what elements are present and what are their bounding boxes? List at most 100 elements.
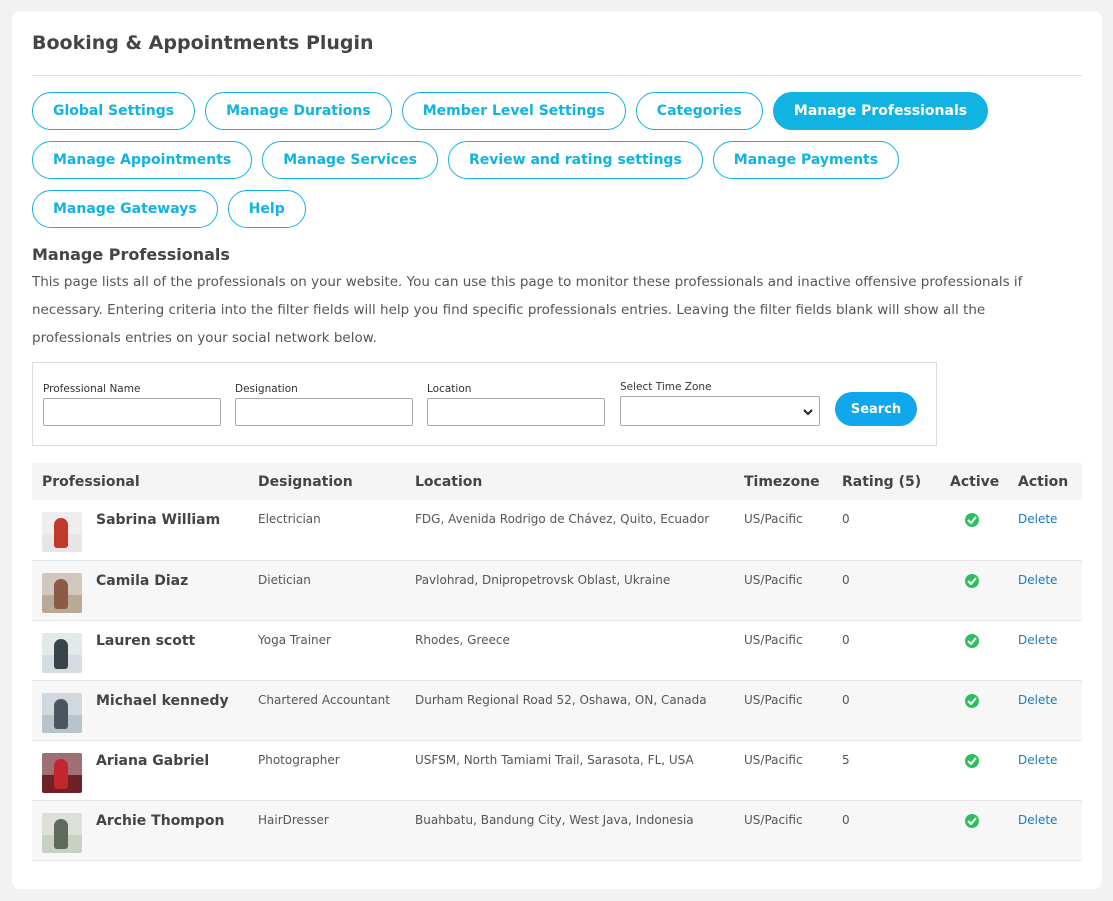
tab-manage-durations[interactable]: Manage Durations: [205, 92, 392, 130]
check-circle-icon[interactable]: [965, 633, 979, 648]
rating-cell: 0: [832, 680, 940, 741]
professional-name-filter: Professional Name: [43, 383, 221, 426]
professional-name-label: Professional Name: [43, 383, 141, 395]
avatar[interactable]: [42, 812, 82, 853]
avatar[interactable]: [42, 752, 82, 793]
designation-filter: Designation: [235, 383, 413, 426]
delete-link[interactable]: Delete: [1018, 753, 1057, 767]
column-header-location: Location: [405, 463, 734, 500]
check-circle-icon[interactable]: [965, 513, 979, 527]
location-cell: Durham Regional Road 52, Oshawa, ON, Can…: [405, 680, 734, 741]
active-cell: [940, 680, 1008, 741]
delete-link[interactable]: Delete: [1018, 633, 1057, 647]
table-row: Camila Diaz Dietician Pavlohrad, Dnipropet…: [32, 560, 1082, 621]
tab-manage-payments[interactable]: Manage Payments: [712, 141, 900, 179]
table-row: Michael kennedy Chartered Accountant Durha…: [32, 680, 1082, 741]
tab-manage-gateways[interactable]: Manage Gateways: [32, 190, 218, 228]
divider: [32, 75, 1082, 76]
timezone-select[interactable]: [620, 396, 820, 426]
check-circle-icon[interactable]: [965, 753, 979, 768]
section-description: This page lists all of the professionals…: [32, 274, 1023, 346]
rating-cell: 0: [832, 620, 940, 681]
timezone-label: Select Time Zone: [620, 381, 712, 393]
professional-cell: Lauren scott: [32, 620, 248, 681]
table-header-row: Professional Designation Location Timezo…: [32, 463, 1082, 500]
professional-cell: Ariana Gabriel: [32, 740, 248, 801]
main-panel: Booking & Appointments Plugin Global Set…: [12, 11, 1102, 889]
check-circle-icon[interactable]: [965, 573, 979, 588]
professionals-table: Professional Designation Location Timezo…: [32, 463, 1082, 861]
location-cell: Rhodes, Greece: [405, 620, 734, 681]
avatar[interactable]: [42, 512, 82, 552]
action-cell: Delete: [1008, 740, 1082, 801]
location-label: Location: [427, 383, 472, 395]
location-cell: FDG, Avenida Rodrigo de Chávez, Quito, E…: [405, 500, 734, 561]
delete-link[interactable]: Delete: [1018, 693, 1057, 707]
rating-cell: 0: [832, 560, 940, 621]
tab-help[interactable]: Help: [227, 190, 306, 228]
professional-name[interactable]: Sabrina William: [96, 512, 220, 528]
filter-form: Professional Name Designation Location S…: [32, 362, 937, 446]
designation-cell: HairDresser: [248, 800, 405, 861]
check-circle-icon[interactable]: [965, 813, 979, 828]
professional-name[interactable]: Archie Thompon: [96, 813, 225, 829]
column-header-rating: Rating (5): [832, 463, 940, 500]
action-cell: Delete: [1008, 560, 1082, 621]
professional-cell: Archie Thompon: [32, 800, 248, 861]
tab-member-level-settings[interactable]: Member Level Settings: [401, 92, 626, 130]
search-button[interactable]: Search: [835, 392, 917, 426]
column-header-timezone: Timezone: [734, 463, 832, 500]
action-cell: Delete: [1008, 680, 1082, 741]
active-cell: [940, 500, 1008, 561]
table-row: Lauren scott Yoga Trainer Rhodes, Greece US…: [32, 620, 1082, 681]
timezone-cell: US/Pacific: [734, 680, 832, 741]
timezone-cell: US/Pacific: [734, 560, 832, 621]
active-cell: [940, 740, 1008, 801]
avatar[interactable]: [42, 692, 82, 733]
rating-cell: 5: [832, 740, 940, 801]
designation-cell: Photographer: [248, 740, 405, 801]
avatar[interactable]: [42, 632, 82, 673]
check-circle-icon[interactable]: [965, 693, 979, 708]
professional-name[interactable]: Ariana Gabriel: [96, 753, 209, 769]
designation-cell: Yoga Trainer: [248, 620, 405, 681]
professional-name[interactable]: Camila Diaz: [96, 573, 188, 589]
tab-global-settings[interactable]: Global Settings: [32, 92, 196, 130]
designation-cell: Electrician: [248, 500, 405, 561]
rating-cell: 0: [832, 800, 940, 861]
delete-link[interactable]: Delete: [1018, 813, 1057, 827]
column-header-designation: Designation: [248, 463, 405, 500]
location-cell: USFSM, North Tamiami Trail, Sarasota, FL…: [405, 740, 734, 801]
tab-manage-appointments[interactable]: Manage Appointments: [32, 141, 253, 179]
active-cell: [940, 800, 1008, 861]
timezone-cell: US/Pacific: [734, 500, 832, 561]
avatar[interactable]: [42, 572, 82, 613]
designation-cell: Chartered Accountant: [248, 680, 405, 741]
professional-name-input[interactable]: [43, 398, 221, 426]
designation-cell: Dietician: [248, 560, 405, 621]
tab-manage-services[interactable]: Manage Services: [262, 141, 438, 179]
tab-bar: Global Settings Manage Durations Member Le…: [32, 92, 1082, 228]
designation-input[interactable]: [235, 398, 413, 426]
professional-name[interactable]: Michael kennedy: [96, 693, 229, 709]
action-cell: Delete: [1008, 500, 1082, 561]
table-row: Sabrina William Electrician FDG, Avenida R…: [32, 500, 1082, 561]
location-filter: Location: [427, 383, 605, 426]
professional-cell: Sabrina William: [32, 500, 248, 561]
table-row: Ariana Gabriel Photographer USFSM, North T…: [32, 740, 1082, 801]
timezone-cell: US/Pacific: [734, 620, 832, 681]
table-row: Archie Thompon HairDresser Buahbatu, Bandu…: [32, 800, 1082, 861]
location-cell: Buahbatu, Bandung City, West Java, Indon…: [405, 800, 734, 861]
professional-cell: Camila Diaz: [32, 560, 248, 621]
professional-name[interactable]: Lauren scott: [96, 633, 195, 649]
column-header-action: Action: [1008, 463, 1082, 500]
location-input[interactable]: [427, 398, 605, 426]
column-header-active: Active: [940, 463, 1008, 500]
action-cell: Delete: [1008, 800, 1082, 861]
delete-link[interactable]: Delete: [1018, 573, 1057, 587]
tab-manage-professionals[interactable]: Manage Professionals: [772, 92, 989, 130]
timezone-filter: Select Time Zone: [620, 381, 820, 426]
delete-link[interactable]: Delete: [1018, 512, 1057, 526]
tab-categories[interactable]: Categories: [635, 92, 763, 130]
tab-review-and-rating-settings[interactable]: Review and rating settings: [447, 141, 703, 179]
